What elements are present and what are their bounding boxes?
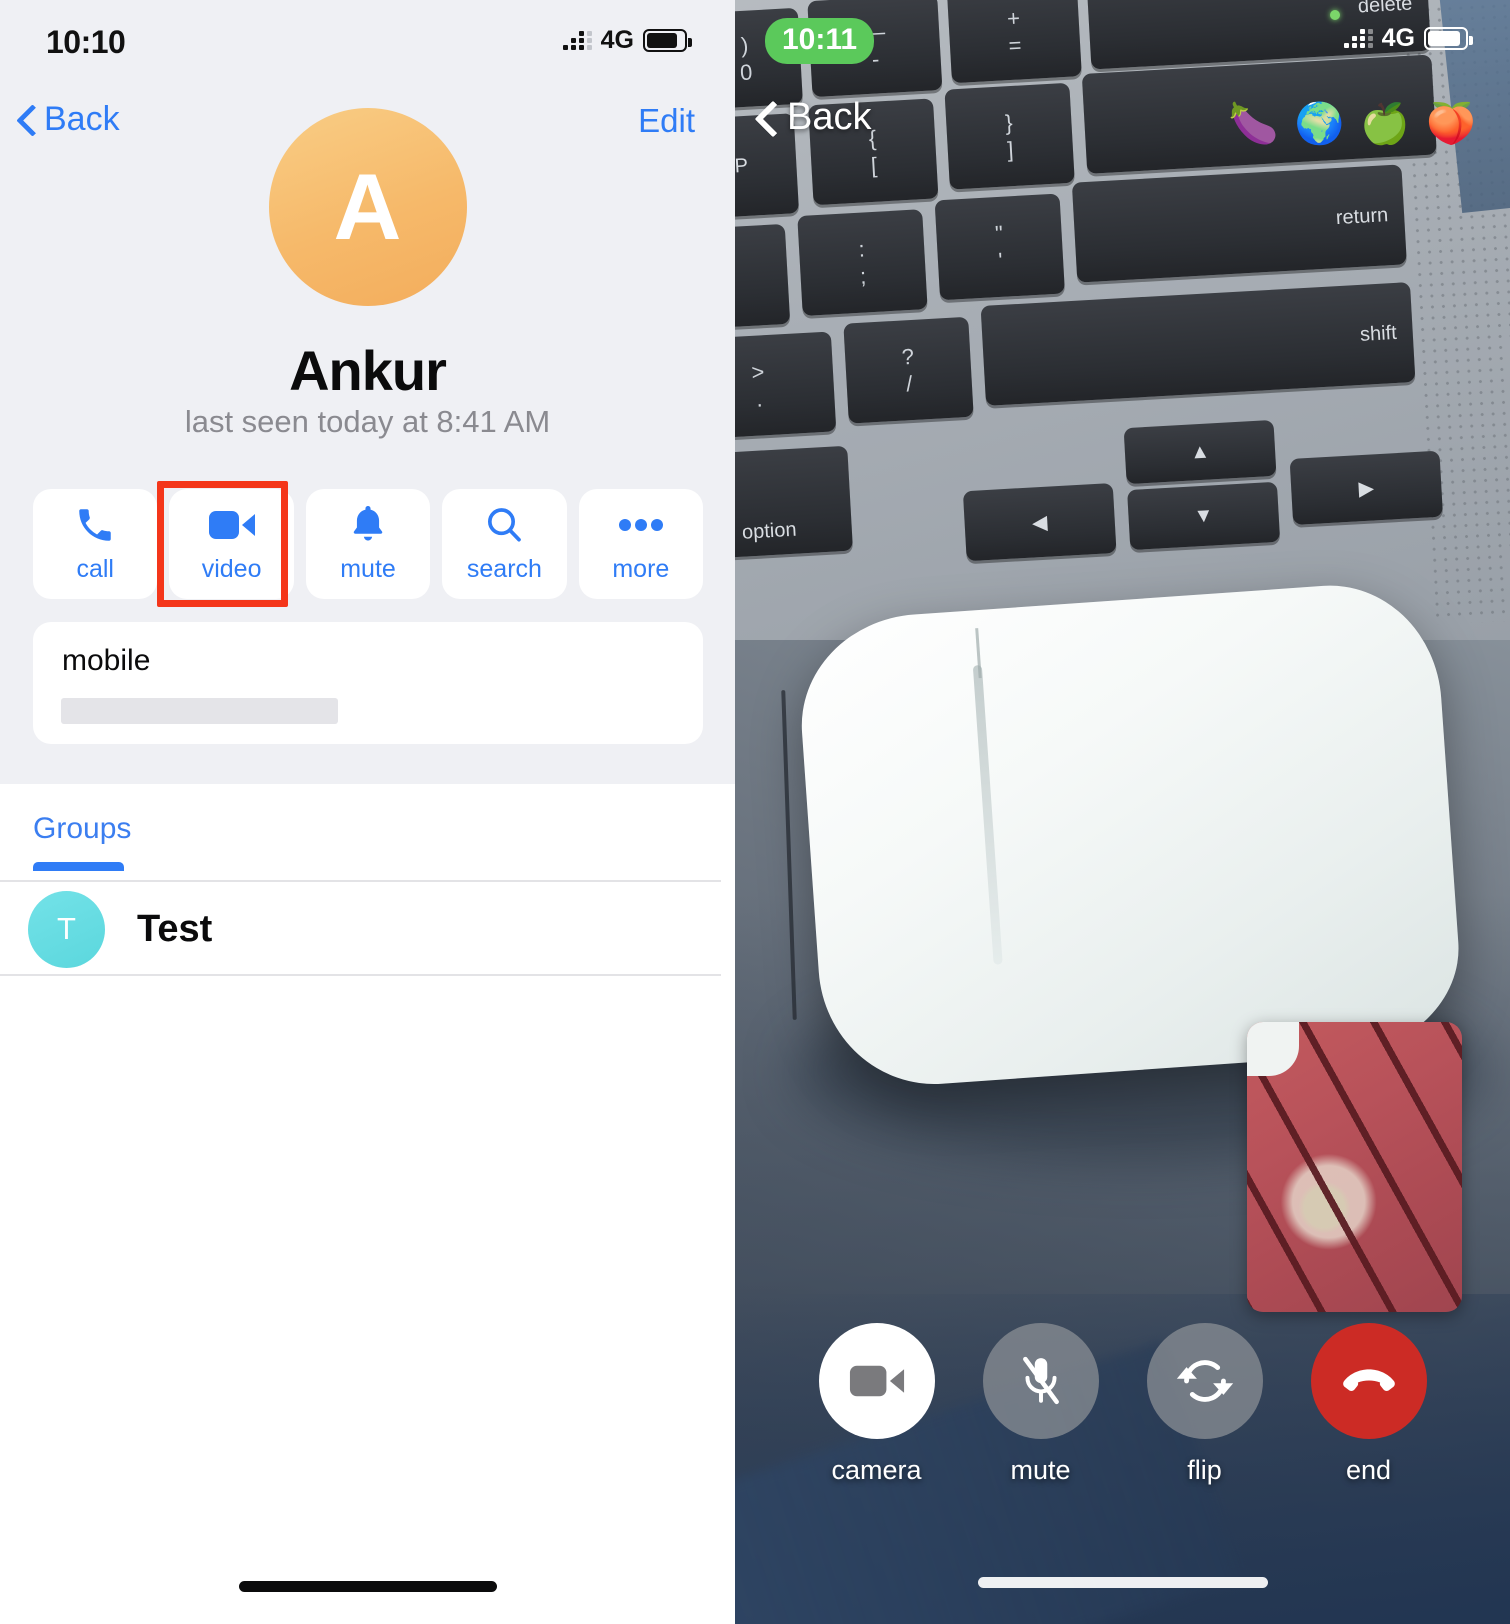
phone-field-label: mobile [62, 644, 151, 677]
video-camera-icon [818, 1323, 935, 1439]
dual-screenshot-stage: 10:10 4G Back Edit A Ankur last seen tod… [0, 0, 1510, 1624]
avatar-initial: A [333, 154, 402, 259]
network-type-label: 4G [600, 26, 634, 54]
group-avatar: T [28, 890, 105, 968]
right-status-bar: 10:11 4G [735, 0, 1510, 78]
home-indicator[interactable] [977, 1577, 1268, 1588]
back-button[interactable]: Back [18, 100, 120, 139]
left-status-bar: 10:10 4G [0, 0, 735, 78]
emoji-row: 🍆 🌍 🍏 🍑 [1229, 100, 1476, 147]
contact-avatar: A [268, 108, 467, 306]
signal-bars-icon [562, 31, 592, 50]
divider-bottom [0, 974, 721, 976]
search-button[interactable]: search [442, 489, 567, 599]
network-type-label: 4G [1381, 24, 1415, 52]
divider-top [0, 880, 721, 882]
camera-flip-icon [1146, 1323, 1263, 1439]
call-controls-row: camera mute flip end [735, 1323, 1510, 1528]
contact-last-seen: last seen today at 8:41 AM [184, 404, 551, 439]
phone-icon [74, 504, 116, 546]
call-button[interactable]: call [33, 489, 158, 599]
flip-button[interactable]: flip [1145, 1323, 1265, 1528]
call-time-badge: 10:11 [765, 18, 875, 64]
left-phone-screen: 10:10 4G Back Edit A Ankur last seen tod… [0, 0, 735, 1624]
phone-number-redacted-value [61, 698, 338, 724]
search-icon [484, 504, 524, 546]
microphone-off-icon [982, 1323, 1099, 1439]
self-view-thumbnail[interactable] [1247, 1022, 1462, 1312]
list-item[interactable]: T Test [0, 885, 721, 973]
tab-groups-indicator [33, 862, 124, 871]
edit-button[interactable]: Edit [638, 102, 695, 140]
status-indicators: 4G [562, 26, 692, 55]
airpods-case [794, 578, 1466, 1092]
flip-button-label: flip [1187, 1455, 1222, 1485]
battery-icon [643, 29, 692, 52]
end-call-icon [1310, 1323, 1427, 1439]
call-button-label: call [76, 555, 114, 583]
chevron-left-icon [757, 101, 777, 135]
ellipsis-icon [618, 504, 664, 546]
video-button[interactable]: video [169, 489, 294, 599]
eggplant-icon: 🍆 [1228, 102, 1279, 146]
status-indicators: 4G [1343, 24, 1473, 53]
more-button[interactable]: more [578, 489, 704, 599]
status-time: 10:10 [46, 24, 126, 60]
camera-button-label: camera [831, 1455, 922, 1485]
right-phone-screen: ) 0 — - + = delete P {[ }] :; " ' return >. … [735, 0, 1510, 1624]
signal-bars-icon [1343, 29, 1373, 48]
end-call-button-label: end [1345, 1455, 1392, 1485]
video-camera-icon [208, 504, 255, 546]
bell-icon [349, 504, 387, 546]
globe-icon: 🌍 [1294, 102, 1345, 146]
contact-action-row: call video mute search more [33, 489, 704, 599]
contact-name: Ankur [289, 339, 447, 402]
home-indicator[interactable] [238, 1581, 497, 1592]
peach-icon: 🍑 [1426, 102, 1476, 146]
group-name: Test [137, 907, 213, 950]
mute-button[interactable]: mute [305, 489, 431, 599]
group-avatar-initial: T [57, 911, 76, 946]
mute-button-label: mute [340, 555, 396, 583]
chevron-left-icon [18, 105, 36, 135]
battery-icon [1424, 27, 1473, 50]
mute-button[interactable]: mute [981, 1323, 1101, 1528]
phone-number-field[interactable]: mobile [33, 622, 703, 744]
video-button-label: video [201, 555, 262, 583]
green-apple-icon: 🍏 [1360, 102, 1411, 146]
end-call-button[interactable]: end [1309, 1323, 1429, 1528]
search-button-label: search [466, 555, 542, 583]
back-button[interactable]: Back [757, 96, 871, 139]
tab-groups[interactable]: Groups [33, 812, 131, 846]
back-button-label: Back [787, 96, 872, 138]
more-button-label: more [612, 555, 670, 583]
mute-button-label: mute [1010, 1455, 1071, 1485]
back-button-label: Back [44, 100, 120, 138]
camera-button[interactable]: camera [817, 1323, 937, 1528]
